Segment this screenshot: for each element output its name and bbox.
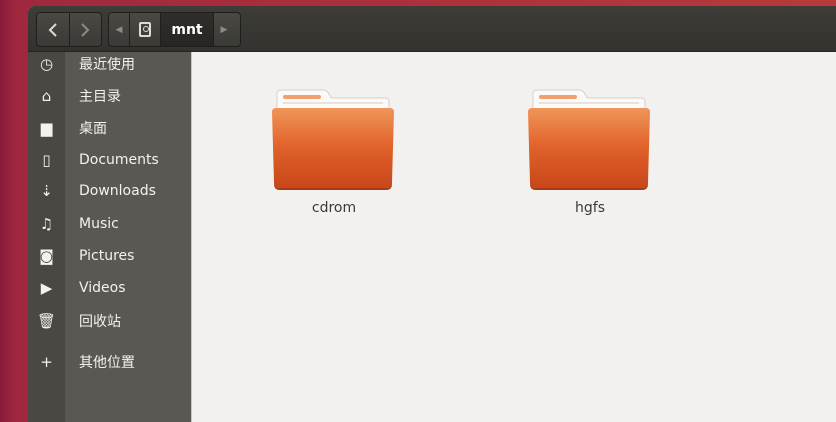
- sidebar-item-9[interactable]: 🗑 回收站: [28, 306, 191, 336]
- path-scroll-left-button[interactable]: ◀: [109, 13, 129, 46]
- camera-icon: ◙: [39, 247, 54, 265]
- music-icon: ♫: [39, 215, 54, 233]
- sidebar-item-10[interactable]: + 其他位置: [28, 347, 191, 377]
- sidebar-item-label: Documents: [79, 152, 159, 168]
- folder-name-label: hgfs: [575, 200, 605, 216]
- sidebar-item-3[interactable]: ▆ 桌面: [28, 113, 191, 143]
- trash-icon: 🗑: [36, 312, 57, 330]
- sidebar-item-4[interactable]: ▯ Documents: [28, 145, 191, 175]
- folder-item-cdrom[interactable]: cdrom: [266, 88, 396, 218]
- sidebar-item-label: 最近使用: [79, 57, 135, 73]
- sidebar-item-7[interactable]: ◙ Pictures: [28, 241, 191, 271]
- path-root-button[interactable]: [129, 13, 161, 46]
- file-manager-window: ◀ mnt ▶ cdrom hgfs ◷ 最近使用 ⌂ 主目录 ▆ 桌面 ▯ D…: [28, 6, 836, 422]
- sidebar-item-label: Pictures: [79, 248, 135, 264]
- path-scroll-right-button[interactable]: ▶: [214, 13, 234, 46]
- file-view: cdrom hgfs: [192, 52, 836, 422]
- document-icon: ▯: [42, 151, 51, 169]
- sidebar-item-8[interactable]: ▶ Videos: [28, 273, 191, 303]
- sidebar-item-2[interactable]: ⌂ 主目录: [28, 81, 191, 111]
- sidebar-item-label: 其他位置: [79, 355, 135, 371]
- path-bar: ◀ mnt ▶: [108, 12, 241, 47]
- chevron-right-icon: [81, 22, 90, 37]
- folder-item-hgfs[interactable]: hgfs: [522, 88, 652, 218]
- sidebar-item-label: 主目录: [79, 89, 121, 105]
- home-icon: ⌂: [41, 87, 52, 105]
- sidebar-item-1[interactable]: ◷ 最近使用: [28, 49, 191, 79]
- sidebar-item-6[interactable]: ♫ Music: [28, 209, 191, 239]
- folder-icon: [272, 89, 394, 190]
- sidebar-item-label: 桌面: [79, 121, 107, 137]
- forward-button[interactable]: [68, 13, 102, 46]
- sidebar-item-label: Downloads: [79, 183, 156, 199]
- folder-icon: ▆: [40, 119, 53, 137]
- sidebar-item-label: Videos: [79, 280, 126, 296]
- back-button[interactable]: [37, 13, 69, 46]
- folder-name-label: cdrom: [311, 200, 357, 216]
- sidebar-item-5[interactable]: ⇣ Downloads: [28, 176, 191, 206]
- navigation-buttons: [36, 12, 102, 47]
- chevron-left-icon: [48, 22, 57, 37]
- drive-icon: [139, 22, 151, 37]
- path-segment-mnt[interactable]: mnt: [161, 13, 214, 46]
- sidebar-item-label: Music: [79, 216, 119, 232]
- folder-icon: [528, 89, 650, 190]
- clock-icon: ◷: [39, 55, 54, 73]
- download-icon: ⇣: [40, 182, 53, 200]
- header-bar: ◀ mnt ▶: [28, 6, 836, 52]
- video-icon: ▶: [40, 279, 53, 297]
- sidebar-item-label: 回收站: [79, 314, 121, 330]
- plus-icon: +: [40, 353, 53, 371]
